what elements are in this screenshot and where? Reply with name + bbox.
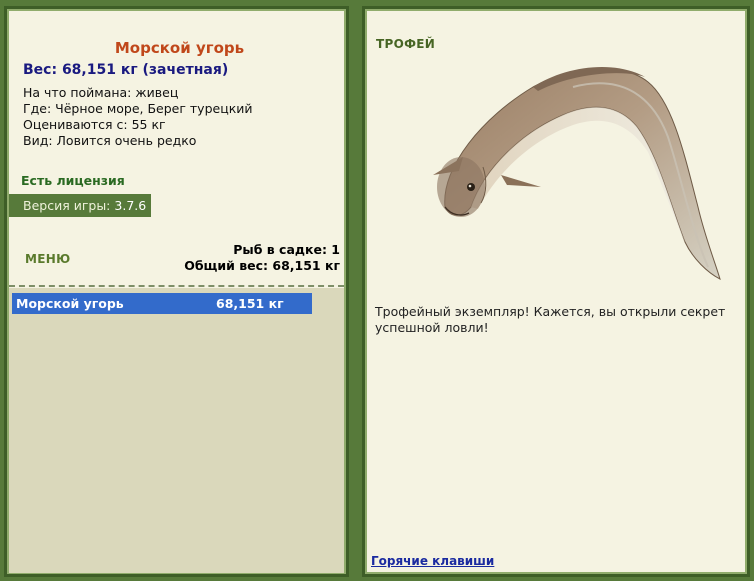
- list-item-name: Морской угорь: [16, 296, 124, 311]
- list-item-weight: 68,151 кг: [216, 296, 284, 311]
- value-info: Оцениваются с: 55 кг: [23, 117, 166, 132]
- trophy-panel: ТРОФЕЙ Трофейный экземпляр! Кажется, вы …: [362, 6, 750, 577]
- license-status: Есть лицензия: [21, 173, 125, 188]
- version-bar: Версия игры: 3.7.6: [9, 194, 151, 217]
- divider: [9, 285, 344, 287]
- version-label: Версия игры:: [23, 198, 111, 213]
- hotkeys-link[interactable]: Горячие клавиши: [371, 554, 494, 568]
- list-item[interactable]: Морской угорь 68,151 кг: [12, 293, 312, 314]
- keepnet-summary: Рыб в садке: 1 Общий вес: 68,151 кг: [184, 242, 340, 274]
- catch-info-panel: Морской угорь Вес: 68,151 кг (зачетная) …: [4, 6, 349, 577]
- keepnet-list: Морской угорь 68,151 кг: [9, 288, 344, 573]
- trophy-description: Трофейный экземпляр! Кажется, вы открыли…: [375, 304, 726, 335]
- keepnet-count: Рыб в садке: 1: [233, 242, 340, 257]
- eel-image: [433, 66, 721, 280]
- version-number: 3.7.6: [114, 198, 147, 213]
- fish-name-title: Морской угорь: [114, 39, 245, 57]
- keepnet-total-weight: Общий вес: 68,151 кг: [184, 258, 340, 273]
- location-info: Где: Чёрное море, Берег турецкий: [23, 101, 253, 116]
- menu-button[interactable]: МЕНЮ: [25, 252, 70, 266]
- bait-info: На что поймана: живец: [23, 85, 179, 100]
- rarity-info: Вид: Ловится очень редко: [23, 133, 197, 148]
- fish-weight: Вес: 68,151 кг (зачетная): [23, 62, 229, 78]
